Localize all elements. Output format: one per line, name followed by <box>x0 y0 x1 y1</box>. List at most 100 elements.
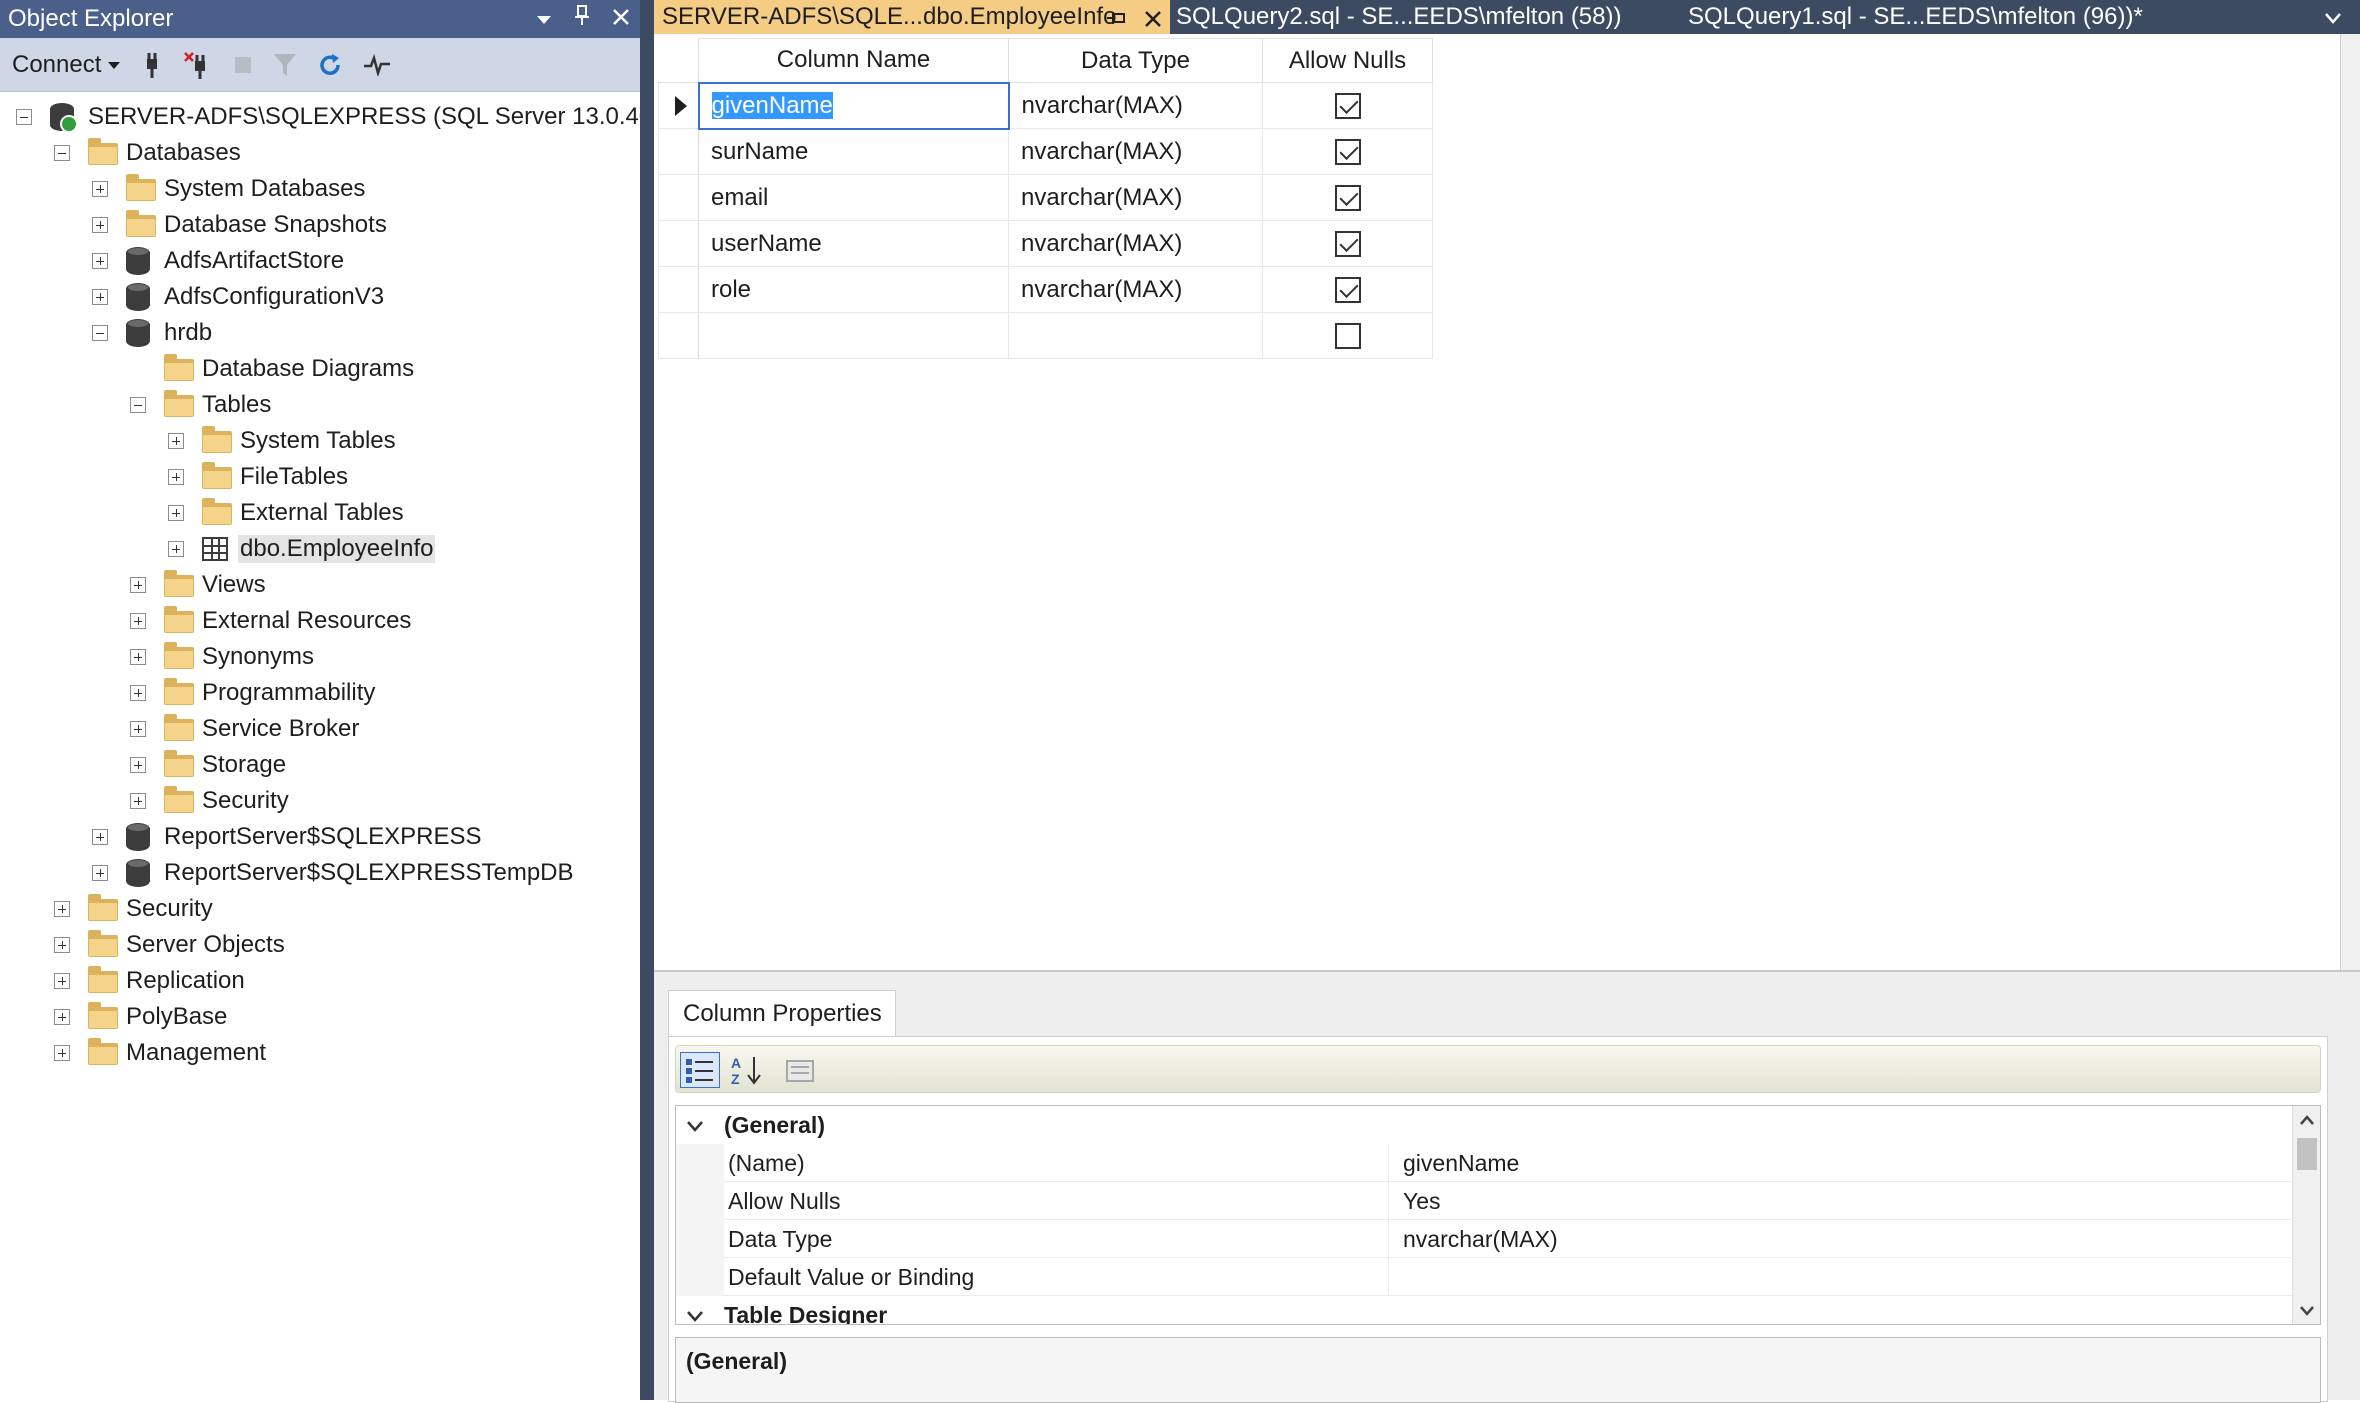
data-type-cell[interactable]: nvarchar(MAX) <box>1008 82 1263 129</box>
property-value[interactable]: givenName <box>1388 1144 2292 1182</box>
allow-nulls-checkbox[interactable] <box>1334 93 1361 120</box>
collapse-toggle[interactable] <box>54 145 70 161</box>
data-type-cell[interactable]: nvarchar(MAX) <box>1008 174 1263 221</box>
expand-toggle[interactable] <box>168 433 184 449</box>
collapse-toggle[interactable] <box>16 109 32 125</box>
expand-toggle[interactable] <box>168 541 184 557</box>
expand-toggle[interactable] <box>168 469 184 485</box>
scroll-thumb[interactable] <box>2297 1138 2317 1170</box>
expand-toggle[interactable] <box>92 289 108 305</box>
row-selector[interactable] <box>658 220 699 267</box>
expand-toggle[interactable] <box>168 505 184 521</box>
expand-toggle[interactable] <box>92 217 108 233</box>
column-name-cell[interactable]: surName <box>698 128 1009 175</box>
data-type-cell[interactable]: nvarchar(MAX) <box>1008 128 1263 175</box>
expand-toggle[interactable] <box>54 937 70 953</box>
expand-toggle[interactable] <box>92 181 108 197</box>
property-row-data-type[interactable]: Data Type nvarchar(MAX) <box>676 1220 2292 1258</box>
tree-node-external-resources[interactable]: External Resources <box>0 604 640 638</box>
tree-node-database-snapshots[interactable]: Database Snapshots <box>0 208 640 242</box>
collapse-toggle[interactable] <box>130 397 146 413</box>
allow-nulls-checkbox[interactable] <box>1334 277 1361 304</box>
tab-sqlquery1[interactable]: SQLQuery1.sql - SE...EEDS\mfelton (96))* <box>1688 0 2143 34</box>
column-name-cell[interactable]: role <box>698 266 1009 313</box>
close-icon[interactable] <box>612 0 630 38</box>
expand-toggle[interactable] <box>92 253 108 269</box>
tree-node-security-db[interactable]: Security <box>0 784 640 818</box>
scroll-up-icon[interactable] <box>2293 1110 2320 1131</box>
row-selector[interactable] <box>658 266 699 313</box>
expand-toggle[interactable] <box>54 973 70 989</box>
allow-nulls-checkbox[interactable] <box>1334 185 1361 212</box>
expand-toggle[interactable] <box>54 901 70 917</box>
property-value[interactable]: Yes <box>1388 1182 2292 1220</box>
data-type-cell[interactable] <box>1008 312 1263 359</box>
panel-splitter[interactable] <box>640 0 654 1400</box>
property-row-allow-nulls[interactable]: Allow Nulls Yes <box>676 1182 2292 1220</box>
property-value[interactable] <box>1388 1258 2292 1296</box>
column-name-cell[interactable]: givenName <box>697 81 1010 130</box>
tree-node-system-databases[interactable]: System Databases <box>0 172 640 206</box>
tree-node-external-tables[interactable]: External Tables <box>0 496 640 530</box>
tree-node-report-server[interactable]: ReportServer$SQLEXPRESS <box>0 820 640 854</box>
expand-toggle[interactable] <box>130 793 146 809</box>
expand-toggle[interactable] <box>130 649 146 665</box>
disconnect-plug-icon[interactable] <box>183 51 213 79</box>
close-icon[interactable] <box>1144 0 1162 34</box>
category-table-designer[interactable]: Table Designer <box>676 1296 2292 1324</box>
table-row[interactable]: givenName nvarchar(MAX) <box>658 81 1433 130</box>
pin-icon[interactable] <box>574 0 590 38</box>
tree-node-service-broker[interactable]: Service Broker <box>0 712 640 746</box>
expand-toggle[interactable] <box>54 1045 70 1061</box>
chevron-down-icon[interactable] <box>686 1296 704 1324</box>
row-selector[interactable] <box>658 82 699 129</box>
property-row-default-value[interactable]: Default Value or Binding <box>676 1258 2292 1296</box>
category-general[interactable]: (General) <box>676 1106 2292 1144</box>
allow-nulls-checkbox[interactable] <box>1334 323 1361 350</box>
data-type-cell[interactable]: nvarchar(MAX) <box>1008 266 1263 313</box>
tree-node-polybase[interactable]: PolyBase <box>0 1000 640 1034</box>
row-selector[interactable] <box>658 312 699 359</box>
pin-icon[interactable] <box>1106 0 1126 34</box>
tree-node-databases[interactable]: Databases <box>0 136 640 170</box>
tab-column-properties[interactable]: Column Properties <box>668 990 896 1036</box>
tree-node-storage[interactable]: Storage <box>0 748 640 782</box>
expand-toggle[interactable] <box>130 577 146 593</box>
tree-node-security[interactable]: Security <box>0 892 640 926</box>
activity-monitor-icon[interactable] <box>363 53 391 76</box>
tree-node-replication[interactable]: Replication <box>0 964 640 998</box>
refresh-icon[interactable] <box>317 52 343 78</box>
dropdown-arrow-icon[interactable] <box>536 0 552 38</box>
expand-toggle[interactable] <box>54 1009 70 1025</box>
tree-node-synonyms[interactable]: Synonyms <box>0 640 640 674</box>
tab-employee-info-designer[interactable]: SERVER-ADFS\SQLE...dbo.EmployeeInfo <box>654 0 1170 34</box>
tree-node-file-tables[interactable]: FileTables <box>0 460 640 494</box>
expand-toggle[interactable] <box>130 613 146 629</box>
tab-sqlquery2[interactable]: SQLQuery2.sql - SE...EEDS\mfelton (58)) <box>1176 0 1622 34</box>
expand-toggle[interactable] <box>130 685 146 701</box>
table-row[interactable]: surName nvarchar(MAX) <box>658 128 1433 175</box>
tree-node-adfs-configuration[interactable]: AdfsConfigurationV3 <box>0 280 640 314</box>
tree-node-server[interactable]: SERVER-ADFS\SQLEXPRESS (SQL Server 13.0.… <box>0 100 640 134</box>
expand-toggle[interactable] <box>92 865 108 881</box>
allow-nulls-checkbox[interactable] <box>1334 139 1361 166</box>
row-selector[interactable] <box>658 128 699 175</box>
data-type-cell[interactable]: nvarchar(MAX) <box>1008 220 1263 267</box>
tree-node-employee-info[interactable]: dbo.EmployeeInfo <box>0 532 640 566</box>
table-row[interactable] <box>658 312 1433 359</box>
tree-node-tables[interactable]: Tables <box>0 388 640 422</box>
property-pages-icon[interactable] <box>780 1052 820 1088</box>
designer-vertical-scrollbar[interactable] <box>2340 34 2360 970</box>
expand-toggle[interactable] <box>92 829 108 845</box>
property-row-name[interactable]: (Name) givenName <box>676 1144 2292 1182</box>
chevron-down-icon[interactable] <box>686 1106 704 1144</box>
tree-node-report-server-temp[interactable]: ReportServer$SQLEXPRESSTempDB <box>0 856 640 890</box>
table-row[interactable]: email nvarchar(MAX) <box>658 174 1433 221</box>
alphabetical-icon[interactable]: AZ <box>726 1052 766 1088</box>
filter-icon[interactable] <box>273 52 297 78</box>
column-name-cell[interactable]: email <box>698 174 1009 221</box>
tree-node-database-diagrams[interactable]: Database Diagrams <box>0 352 640 386</box>
expand-toggle[interactable] <box>130 721 146 737</box>
column-name-cell[interactable]: userName <box>698 220 1009 267</box>
stop-icon[interactable] <box>233 55 253 75</box>
